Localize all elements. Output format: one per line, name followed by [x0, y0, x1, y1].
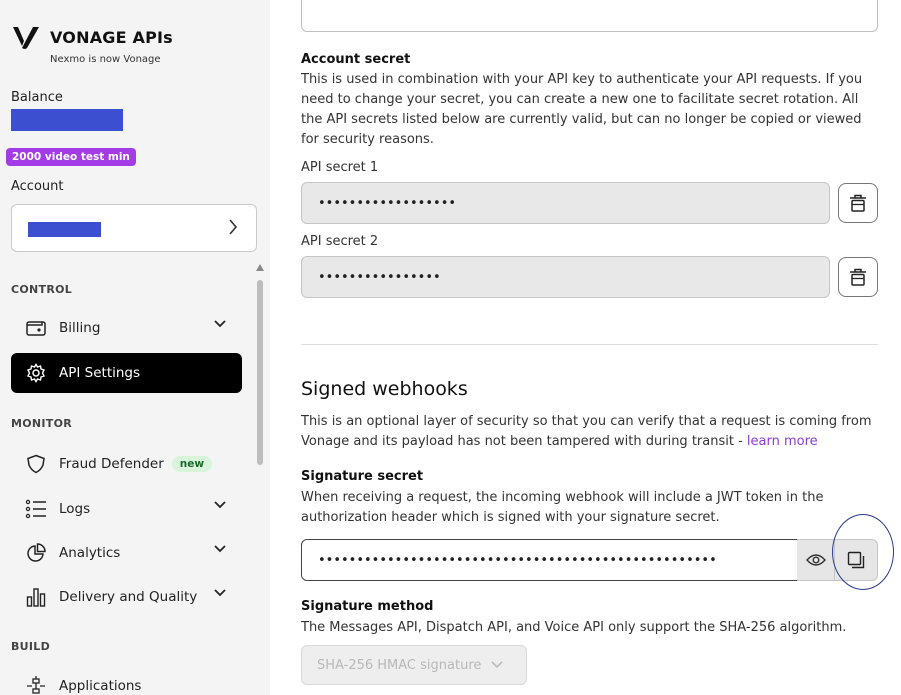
- account-secret-description: This is used in combination with your AP…: [301, 72, 863, 147]
- signed-webhooks-heading: Signed webhooks: [301, 378, 468, 400]
- copy-secret-button[interactable]: [834, 539, 878, 581]
- sidebar-item-label: Analytics: [59, 545, 121, 561]
- wallet-icon: [25, 317, 47, 339]
- sidebar-item-logs[interactable]: Logs: [11, 489, 242, 529]
- video-test-badge: 2000 video test min: [6, 148, 136, 166]
- chevron-down-icon: [214, 320, 226, 328]
- sidebar-item-applications[interactable]: Applications: [11, 666, 242, 695]
- balance-label: Balance: [11, 90, 63, 105]
- gear-icon: [25, 362, 47, 384]
- brand-tagline: Nexmo is now Vonage: [50, 54, 161, 65]
- account-label: Account: [11, 179, 64, 194]
- sidebar-item-delivery-quality[interactable]: Delivery and Quality: [11, 577, 242, 617]
- sidebar-scrollbar[interactable]: [255, 264, 265, 695]
- vonage-logo-icon: [13, 27, 39, 49]
- sidebar-item-billing[interactable]: Billing: [11, 308, 242, 348]
- section-divider: [301, 344, 878, 345]
- chevron-right-icon: [229, 219, 238, 235]
- signature-secret-heading: Signature secret: [301, 469, 424, 484]
- sidebar-item-fraud-defender[interactable]: Fraud Defender new: [11, 444, 242, 484]
- brand-name: VONAGE APIs: [50, 27, 173, 47]
- api-secret-1-label: API secret 1: [301, 160, 379, 175]
- chevron-down-icon: [214, 501, 226, 509]
- learn-more-link[interactable]: learn more: [747, 434, 818, 449]
- api-secret-2-field[interactable]: ••••••••••••••••: [301, 256, 830, 298]
- chevron-down-icon: [491, 661, 503, 669]
- signed-webhooks-description: This is an optional layer of security so…: [301, 412, 881, 452]
- sidebar-item-label: Delivery and Quality: [59, 589, 198, 605]
- signature-secret-field[interactable]: ••••••••••••••••••••••••••••••••••••••••…: [301, 539, 798, 581]
- trash-icon: [850, 194, 866, 212]
- main-content: Account secret This is used in combinati…: [270, 0, 901, 695]
- eye-icon: [805, 554, 826, 566]
- delete-secret-1-button[interactable]: [838, 183, 878, 223]
- scroll-thumb[interactable]: [257, 280, 263, 465]
- sidebar: VONAGE APIs Nexmo is now Vonage Balance …: [0, 0, 270, 695]
- sidebar-item-label: Applications: [59, 678, 142, 694]
- section-monitor: MONITOR: [11, 417, 73, 430]
- api-secret-2-label: API secret 2: [301, 234, 379, 249]
- account-value-redacted: [28, 222, 101, 237]
- sidebar-item-api-settings[interactable]: API Settings: [11, 353, 242, 393]
- signature-method-description: The Messages API, Dispatch API, and Voic…: [301, 620, 847, 635]
- copy-icon: [847, 551, 865, 569]
- applications-icon: [25, 675, 47, 695]
- signature-method-value: SHA-256 HMAC signature: [317, 657, 482, 673]
- pie-chart-icon: [25, 542, 47, 564]
- account-selector[interactable]: [11, 204, 257, 252]
- delete-secret-2-button[interactable]: [838, 257, 878, 297]
- api-secret-1-field[interactable]: ••••••••••••••••••: [301, 182, 830, 224]
- chevron-down-icon: [214, 589, 226, 597]
- sidebar-item-label: Fraud Defender: [59, 456, 164, 472]
- sidebar-item-analytics[interactable]: Analytics: [11, 533, 242, 573]
- shield-icon: [25, 453, 47, 475]
- scroll-up-arrow-icon[interactable]: [256, 264, 264, 271]
- signature-method-heading: Signature method: [301, 599, 434, 614]
- show-secret-button[interactable]: [797, 539, 835, 581]
- list-icon: [25, 498, 47, 520]
- trash-icon: [850, 268, 866, 286]
- sidebar-item-label: Logs: [59, 501, 91, 517]
- api-key-field[interactable]: [301, 0, 878, 32]
- sidebar-item-label: API Settings: [59, 365, 141, 381]
- section-build: BUILD: [11, 640, 51, 653]
- signature-method-select[interactable]: SHA-256 HMAC signature: [301, 645, 527, 685]
- balance-value-redacted: [11, 109, 123, 131]
- section-control: CONTROL: [11, 283, 73, 296]
- signature-secret-description: When receiving a request, the incoming w…: [301, 490, 824, 525]
- brand[interactable]: VONAGE APIs: [12, 24, 173, 50]
- account-secret-heading: Account secret: [301, 52, 411, 67]
- bar-chart-icon: [25, 586, 47, 608]
- sidebar-item-label: Billing: [59, 320, 101, 336]
- new-badge: new: [171, 456, 213, 472]
- chevron-down-icon: [214, 545, 226, 553]
